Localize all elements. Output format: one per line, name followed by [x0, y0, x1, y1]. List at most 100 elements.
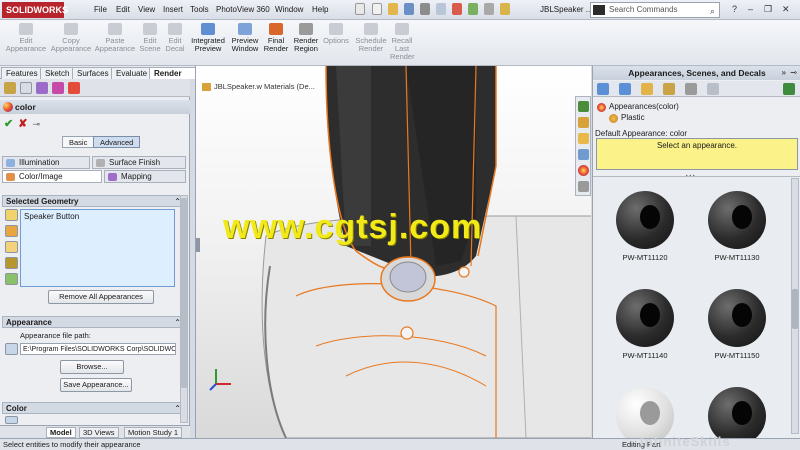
tab-color-image[interactable]: Color/Image: [2, 170, 102, 183]
tab-3d-views[interactable]: 3D Views: [79, 427, 119, 438]
property-manager-icon[interactable]: [20, 82, 32, 94]
search-icon[interactable]: ⌕: [710, 4, 715, 18]
appearance-selection-box[interactable]: Select an appearance.: [596, 138, 798, 170]
integrated-preview-button[interactable]: Integrated Preview: [188, 23, 228, 53]
undo-icon[interactable]: [436, 3, 446, 15]
swatch-item[interactable]: PW-MT11150: [697, 289, 777, 360]
color-picker-icon[interactable]: [5, 416, 18, 424]
ok-check-icon[interactable]: ✔: [4, 118, 13, 130]
menu-insert[interactable]: Insert: [163, 5, 183, 14]
gallery-scrollbar[interactable]: [791, 178, 799, 434]
configuration-manager-icon[interactable]: [36, 82, 48, 94]
edit-scene-button[interactable]: Edit Scene: [138, 23, 162, 53]
options-gear-icon[interactable]: [500, 3, 510, 15]
filter-icon[interactable]: [5, 273, 18, 285]
swatch-item[interactable]: PW-MT11140: [605, 289, 685, 360]
graphics-viewport[interactable]: JBLSpeaker.w Materials (De... www.cgtsj.…: [195, 66, 591, 438]
scrollbar-thumb[interactable]: [792, 289, 798, 329]
rebuild-icon[interactable]: [468, 3, 478, 15]
tab-surfaces[interactable]: Surfaces: [72, 67, 114, 79]
tree-item-plastic[interactable]: Plastic: [609, 113, 645, 123]
tab-illumination[interactable]: Illumination: [2, 156, 90, 169]
new-document-icon[interactable]: [372, 3, 382, 15]
copy-appearance-button[interactable]: Copy Appearance: [50, 23, 92, 53]
recall-last-render-button[interactable]: Recall Last Render: [390, 23, 415, 61]
help-icon[interactable]: [783, 83, 795, 95]
tab-surface-finish[interactable]: Surface Finish: [92, 156, 186, 169]
menu-photoview[interactable]: PhotoView 360: [216, 5, 270, 14]
minimize-icon[interactable]: –: [748, 4, 753, 14]
panel-scrollbar[interactable]: [180, 195, 188, 423]
final-render-button[interactable]: Final Render: [263, 23, 289, 53]
search-commands-field[interactable]: Search Commands ⌕: [590, 2, 720, 18]
schedule-render-button[interactable]: Schedule Render: [353, 23, 389, 53]
tab-model[interactable]: Model: [46, 427, 76, 438]
tab-mapping[interactable]: Mapping: [104, 170, 186, 183]
select-bodies-icon[interactable]: [5, 257, 18, 269]
swatch-item[interactable]: PW-MT11130: [697, 191, 777, 262]
tab-evaluate[interactable]: Evaluate: [111, 67, 153, 79]
collapse-pane-icon[interactable]: »: [782, 68, 786, 77]
paste-appearance-button[interactable]: Paste Appearance: [94, 23, 136, 53]
file-explorer-icon[interactable]: [578, 133, 589, 144]
pushpin-icon[interactable]: ⊸: [32, 119, 40, 129]
file-properties-icon[interactable]: [484, 3, 494, 15]
appearances-scenes-icon[interactable]: [578, 165, 589, 176]
back-icon[interactable]: [597, 83, 609, 95]
swatch-item[interactable]: PW-MT11120: [605, 191, 685, 262]
panel-splitter-handle[interactable]: [196, 238, 200, 252]
menu-file[interactable]: File: [94, 5, 107, 14]
close-icon[interactable]: ✕: [782, 4, 790, 15]
cancel-x-icon[interactable]: ✘: [18, 118, 27, 130]
options-button[interactable]: Options: [322, 23, 350, 45]
viewport-feature-tree[interactable]: JBLSpeaker.w Materials (De...: [202, 82, 315, 92]
selected-geometry-list[interactable]: Speaker Button: [20, 209, 175, 287]
print-icon[interactable]: [420, 3, 430, 15]
dimxpert-icon[interactable]: [52, 82, 64, 94]
help-icon[interactable]: ?: [732, 4, 737, 14]
edit-decal-button[interactable]: Edit Decal: [163, 23, 187, 53]
forward-icon[interactable]: [619, 83, 631, 95]
preview-window-button[interactable]: Preview Window: [229, 23, 261, 53]
browse-button[interactable]: Browse...: [60, 360, 124, 374]
render-region-button[interactable]: Render Region: [291, 23, 321, 53]
select-faces-icon[interactable]: [5, 225, 18, 237]
tab-sketch[interactable]: Sketch: [40, 67, 75, 79]
appearance-header[interactable]: Appearance ⌃: [2, 316, 186, 328]
folder-up-icon[interactable]: [641, 83, 653, 95]
tree-item-appearances[interactable]: Appearances(color): [597, 102, 679, 112]
appearance-tree[interactable]: Appearances(color) Plastic: [595, 100, 775, 128]
add-to-library-icon[interactable]: [663, 83, 675, 95]
custom-properties-icon[interactable]: [578, 181, 589, 192]
solidworks-resources-icon[interactable]: [578, 101, 589, 112]
select-icon[interactable]: [452, 3, 462, 15]
restore-icon[interactable]: ❐: [764, 4, 772, 15]
tab-features[interactable]: Features: [1, 67, 43, 79]
list-item[interactable]: Speaker Button: [24, 212, 171, 221]
select-features-icon[interactable]: [5, 241, 18, 253]
display-manager-icon[interactable]: [68, 82, 80, 94]
pin-pane-icon[interactable]: ⊸: [790, 68, 797, 77]
menu-view[interactable]: View: [138, 5, 155, 14]
tab-motion-study[interactable]: Motion Study 1: [124, 427, 183, 438]
menu-window[interactable]: Window: [275, 5, 303, 14]
menu-tools[interactable]: Tools: [190, 5, 209, 14]
open-folder-icon[interactable]: [388, 3, 398, 15]
color-header[interactable]: Color ⌃: [2, 402, 186, 414]
appearance-path-field[interactable]: E:\Program Files\SOLIDWORKS Corp\SOLIDWO: [20, 343, 176, 355]
refresh-icon[interactable]: [685, 83, 697, 95]
scrollbar-thumb[interactable]: [181, 198, 187, 388]
view-toggle-icon[interactable]: [707, 83, 719, 95]
home-icon[interactable]: [355, 3, 365, 15]
design-library-icon[interactable]: [578, 117, 589, 128]
advanced-mode-button[interactable]: Advanced: [93, 136, 141, 148]
selected-geometry-header[interactable]: Selected Geometry ⌃: [2, 195, 186, 207]
save-appearance-button[interactable]: Save Appearance...: [60, 378, 132, 392]
view-palette-icon[interactable]: [578, 149, 589, 160]
save-icon[interactable]: [404, 3, 414, 15]
menu-edit[interactable]: Edit: [116, 5, 130, 14]
feature-tree-icon[interactable]: [4, 82, 16, 94]
edit-appearance-button[interactable]: Edit Appearance: [4, 23, 48, 53]
basic-mode-button[interactable]: Basic: [62, 136, 95, 148]
select-parts-icon[interactable]: [5, 209, 18, 221]
